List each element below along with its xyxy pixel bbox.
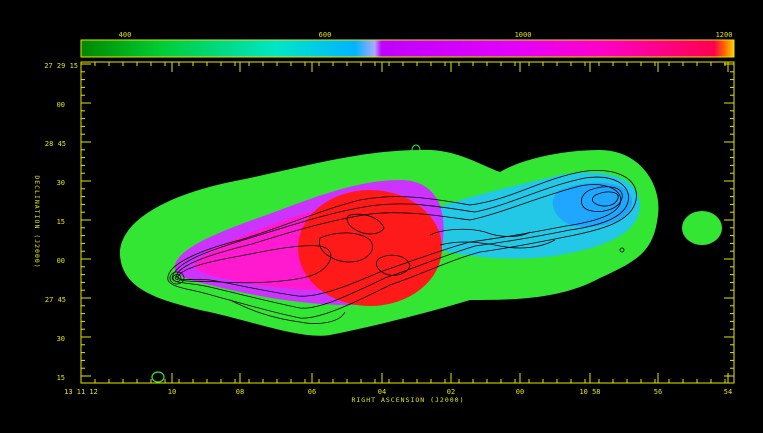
- emission-peak-core: [298, 190, 442, 306]
- x-tick-label: 10 58: [579, 388, 600, 396]
- colorbar-tick-label: 1000: [515, 31, 532, 39]
- y-tick-label: 27 29 15: [44, 62, 78, 70]
- x-axis-title: RIGHT ASCENSION (J2000): [351, 396, 464, 404]
- contour-line: [193, 184, 199, 190]
- y-tick-label: 00: [57, 257, 65, 265]
- x-tick-label: 13 11 12: [64, 388, 98, 396]
- x-tick-label: 56: [654, 388, 662, 396]
- colorbar-tick-label: 400: [119, 31, 132, 39]
- x-tick-label: 06: [308, 388, 316, 396]
- x-tick-label: 54: [724, 388, 732, 396]
- x-tick-label: 08: [236, 388, 244, 396]
- y-tick-label: 00: [57, 101, 65, 109]
- y-tick-label: 15: [57, 374, 65, 382]
- colorbar-tick-label: 1200: [716, 31, 733, 39]
- colorbar: 400 600 1000 1200: [80, 31, 735, 58]
- x-tick-label: 10: [168, 388, 176, 396]
- colorbar-strip: [80, 39, 735, 58]
- y-tick-label: 30: [57, 335, 65, 343]
- emission-blob: [151, 371, 165, 383]
- emission-map: [119, 144, 722, 383]
- y-axis-title: DECLINATION (J2000): [33, 175, 41, 268]
- y-tick-label: 27 45: [45, 296, 66, 304]
- y-axis-labels: 27 29 15 00 28 45 30 15 00 27 45 30 15: [44, 62, 78, 382]
- radio-map-figure: 400 600 1000 1200 27 29 15 00 28 45 30 1…: [33, 31, 735, 404]
- x-tick-label: 04: [378, 388, 386, 396]
- y-tick-label: 15: [57, 218, 65, 226]
- x-tick-label: 02: [447, 388, 455, 396]
- x-axis-labels: 13 11 12 10 08 06 04 02 00 10 58 56 54: [64, 388, 732, 396]
- colorbar-tick-label: 600: [319, 31, 332, 39]
- y-tick-label: 30: [57, 179, 65, 187]
- emission-blob: [682, 211, 722, 245]
- y-tick-label: 28 45: [45, 140, 66, 148]
- x-tick-label: 00: [516, 388, 524, 396]
